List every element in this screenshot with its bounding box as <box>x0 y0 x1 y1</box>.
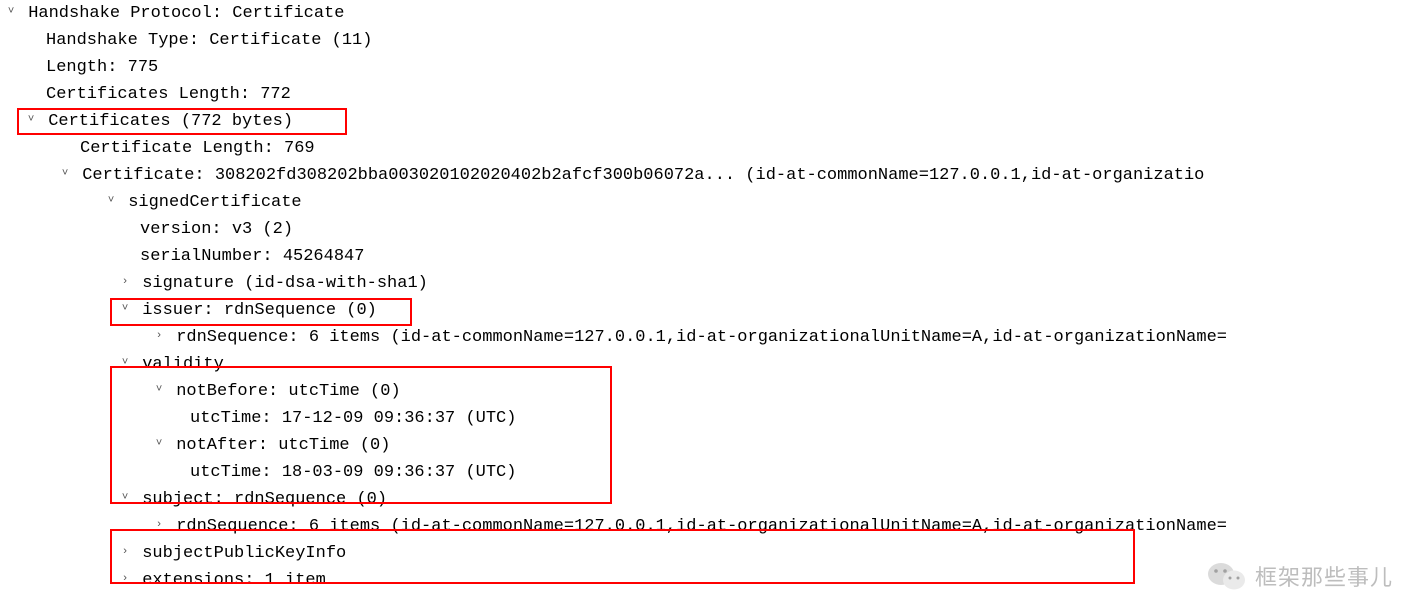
label-issuer: issuer: rdnSequence (0) <box>142 301 377 320</box>
toggle-closed-icon[interactable]: › <box>118 269 132 296</box>
toggle-open-icon[interactable]: ˅ <box>104 188 118 215</box>
label-handshake-type: Handshake Type: Certificate (11) <box>46 31 372 50</box>
row-serial[interactable]: serialNumber: 45264847 <box>0 243 1405 270</box>
wechat-icon <box>1207 559 1247 593</box>
row-length[interactable]: Length: 775 <box>0 54 1405 81</box>
row-subject[interactable]: ˅ subject: rdnSequence (0) <box>0 486 1405 513</box>
toggle-open-icon[interactable]: ˅ <box>152 377 166 404</box>
label-certificates: Certificates (772 bytes) <box>48 112 293 131</box>
row-issuer[interactable]: ˅ issuer: rdnSequence (0) <box>0 297 1405 324</box>
label-subject: subject: rdnSequence (0) <box>142 490 387 509</box>
toggle-open-icon[interactable]: ˅ <box>118 296 132 323</box>
label-serial: serialNumber: 45264847 <box>140 247 364 266</box>
label-cert-len: Certificate Length: 769 <box>80 139 315 158</box>
toggle-closed-icon[interactable]: › <box>152 512 166 539</box>
toggle-open-icon[interactable]: ˅ <box>4 0 18 26</box>
row-signed-cert[interactable]: ˅ signedCertificate <box>0 189 1405 216</box>
row-cert-len[interactable]: Certificate Length: 769 <box>0 135 1405 162</box>
row-not-before[interactable]: ˅ notBefore: utcTime (0) <box>0 378 1405 405</box>
label-certs-length: Certificates Length: 772 <box>46 85 291 104</box>
toggle-open-icon[interactable]: ˅ <box>24 107 38 134</box>
toggle-open-icon[interactable]: ˅ <box>58 161 72 188</box>
label-version: version: v3 (2) <box>140 220 293 239</box>
label-signed-cert: signedCertificate <box>128 193 301 212</box>
label-length: Length: 775 <box>46 58 158 77</box>
row-certificate[interactable]: ˅ Certificate: 308202fd308202bba00302010… <box>0 162 1405 189</box>
label-spki: subjectPublicKeyInfo <box>142 544 346 563</box>
toggle-closed-icon[interactable]: › <box>118 566 132 593</box>
row-not-after[interactable]: ˅ notAfter: utcTime (0) <box>0 432 1405 459</box>
label-not-after-value: utcTime: 18-03-09 09:36:37 (UTC) <box>190 463 516 482</box>
row-subject-rdn[interactable]: › rdnSequence: 6 items (id-at-commonName… <box>0 513 1405 540</box>
row-issuer-rdn[interactable]: › rdnSequence: 6 items (id-at-commonName… <box>0 324 1405 351</box>
row-certificates[interactable]: ˅ Certificates (772 bytes) <box>0 108 1405 135</box>
label-not-before-value: utcTime: 17-12-09 09:36:37 (UTC) <box>190 409 516 428</box>
watermark: 框架那些事儿 <box>1207 559 1393 593</box>
label-certificate: Certificate: 308202fd308202bba0030201020… <box>82 166 1204 185</box>
row-version[interactable]: version: v3 (2) <box>0 216 1405 243</box>
label-not-after: notAfter: utcTime (0) <box>176 436 390 455</box>
row-validity[interactable]: ˅ validity <box>0 351 1405 378</box>
toggle-open-icon[interactable]: ˅ <box>118 485 132 512</box>
label-signature: signature (id-dsa-with-sha1) <box>142 274 428 293</box>
row-not-after-value[interactable]: utcTime: 18-03-09 09:36:37 (UTC) <box>0 459 1405 486</box>
label-handshake-protocol: Handshake Protocol: Certificate <box>28 4 344 23</box>
toggle-closed-icon[interactable]: › <box>118 539 132 566</box>
watermark-text: 框架那些事儿 <box>1255 560 1393 592</box>
row-extensions[interactable]: › extensions: 1 item <box>0 567 1405 594</box>
row-not-before-value[interactable]: utcTime: 17-12-09 09:36:37 (UTC) <box>0 405 1405 432</box>
row-signature[interactable]: › signature (id-dsa-with-sha1) <box>0 270 1405 297</box>
toggle-open-icon[interactable]: ˅ <box>152 431 166 458</box>
label-not-before: notBefore: utcTime (0) <box>176 382 400 401</box>
row-spki[interactable]: › subjectPublicKeyInfo <box>0 540 1405 567</box>
row-certs-length[interactable]: Certificates Length: 772 <box>0 81 1405 108</box>
toggle-open-icon[interactable]: ˅ <box>118 350 132 377</box>
label-validity: validity <box>142 355 224 374</box>
packet-details-tree: ˅ Handshake Protocol: Certificate Handsh… <box>0 0 1405 594</box>
label-extensions: extensions: 1 item <box>142 571 326 590</box>
row-handshake-protocol[interactable]: ˅ Handshake Protocol: Certificate <box>0 0 1405 27</box>
label-subject-rdn: rdnSequence: 6 items (id-at-commonName=1… <box>176 517 1227 536</box>
label-issuer-rdn: rdnSequence: 6 items (id-at-commonName=1… <box>176 328 1227 347</box>
toggle-closed-icon[interactable]: › <box>152 323 166 350</box>
row-handshake-type[interactable]: Handshake Type: Certificate (11) <box>0 27 1405 54</box>
